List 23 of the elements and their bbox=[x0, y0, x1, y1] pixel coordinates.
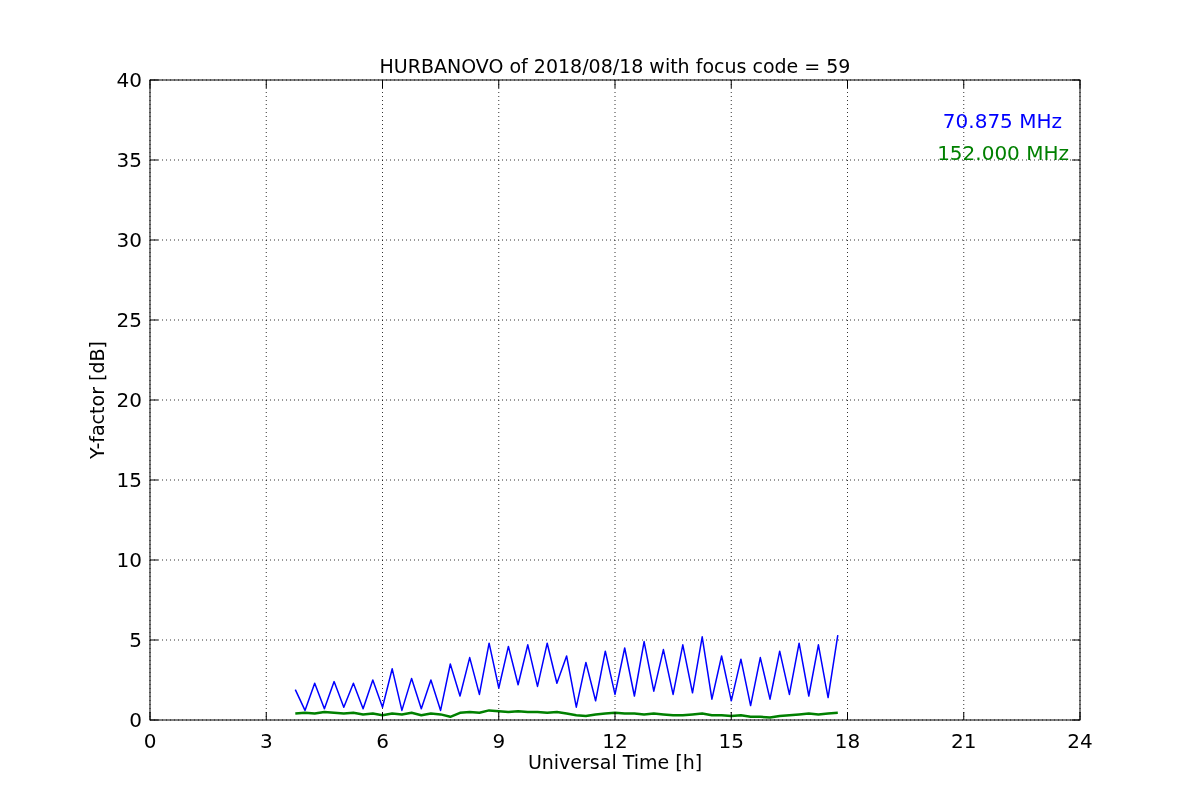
axis-tick-label: 15 bbox=[116, 468, 142, 492]
axis-tick-label: 21 bbox=[951, 729, 977, 753]
axis-tick-label: 24 bbox=[1067, 729, 1093, 753]
axis-tick-label: 9 bbox=[492, 729, 506, 753]
axis-tick-label: 20 bbox=[116, 388, 142, 412]
axis-tick-label: 12 bbox=[602, 729, 628, 753]
axis-tick-label: 6 bbox=[376, 729, 389, 753]
axis-tick-label: 0 bbox=[143, 729, 157, 753]
axis-tick-label: 18 bbox=[834, 729, 861, 753]
axis-tick-label: 40 bbox=[116, 68, 142, 92]
axis-tick-label: 30 bbox=[116, 228, 142, 252]
legend-label: 152.000 MHz bbox=[937, 141, 1069, 165]
axis-tick-label: 5 bbox=[129, 628, 142, 652]
axis-label: Universal Time [h] bbox=[527, 751, 703, 773]
axis-tick-label: 25 bbox=[116, 308, 142, 332]
legend-label: 70.875 MHz bbox=[942, 109, 1062, 133]
axis-tick-label: 35 bbox=[116, 148, 142, 172]
chart-title: HURBANOVO of 2018/08/18 with focus code = 59 bbox=[379, 55, 851, 77]
axis-tick-label: 3 bbox=[259, 729, 273, 753]
axis-tick-label: 10 bbox=[116, 548, 142, 572]
axis-tick-label: 0 bbox=[129, 708, 142, 732]
axis-label: Y-factor [dB] bbox=[86, 341, 108, 459]
axis-tick-label: 15 bbox=[718, 729, 744, 753]
